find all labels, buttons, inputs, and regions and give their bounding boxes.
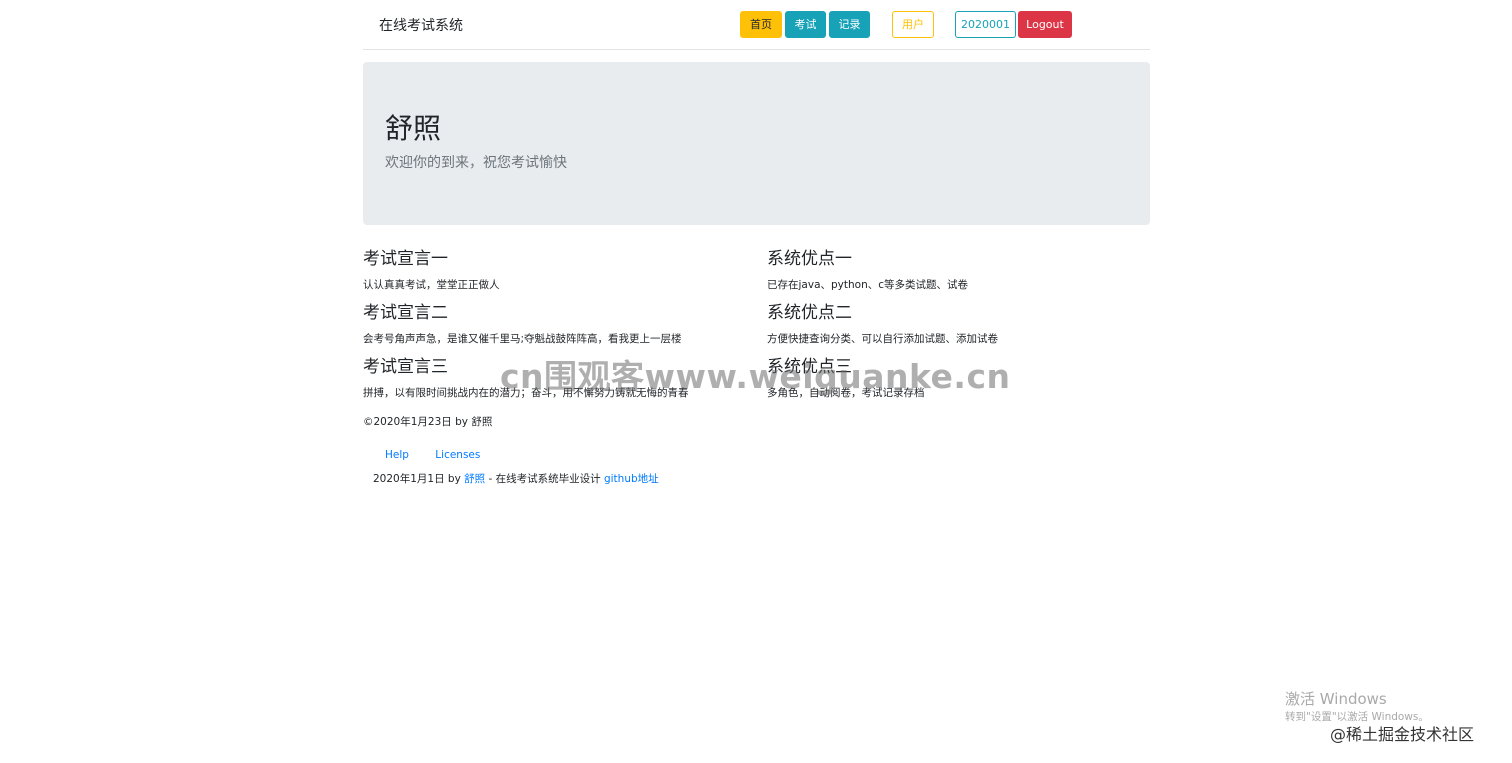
welcome-jumbotron: 舒照 欢迎你的到来，祝您考试愉快: [363, 62, 1150, 225]
juejin-watermark: @稀土掘金技术社区: [1330, 725, 1475, 744]
advantage-title: 系统优点一: [767, 249, 852, 269]
help-link[interactable]: Help: [385, 449, 409, 461]
licenses-link[interactable]: Licenses: [435, 449, 480, 461]
jumbotron-title: 舒照: [385, 112, 442, 145]
declaration-title: 考试宣言一: [363, 249, 448, 269]
advantage-item: 系统优点一 已存在java、python、c等多类试题、试卷: [767, 248, 1147, 302]
github-link[interactable]: github地址: [604, 473, 659, 485]
site-watermark: cn围观客www.weiguanke.cn: [500, 357, 1011, 396]
jumbotron-subtitle: 欢迎你的到来，祝您考试愉快: [385, 155, 567, 171]
home-button[interactable]: 首页: [740, 11, 782, 38]
advantage-text: 已存在java、python、c等多类试题、试卷: [767, 279, 969, 291]
user-id-button[interactable]: 2020001: [955, 11, 1016, 38]
exam-button[interactable]: 考试: [785, 11, 826, 38]
footer-links: Help Licenses: [385, 449, 503, 461]
advantage-title: 系统优点二: [767, 303, 852, 323]
user-button[interactable]: 用户: [892, 11, 934, 38]
copyright-text: ©2020年1月23日 by 舒照: [363, 416, 493, 428]
navbar: 在线考试系统 首页 考试 记录 用户 2020001 Logout: [363, 0, 1150, 50]
advantage-item: 系统优点二 方便快捷查询分类、可以自行添加试题、添加试卷: [767, 302, 1147, 356]
logout-button[interactable]: Logout: [1018, 11, 1072, 38]
advantage-text: 方便快捷查询分类、可以自行添加试题、添加试卷: [767, 333, 998, 345]
declaration-text: 认认真真考试，堂堂正正做人: [363, 279, 500, 291]
footer-date: 2020年1月1日 by: [373, 473, 461, 485]
declaration-title: 考试宣言二: [363, 303, 448, 323]
footer-credits: 2020年1月1日 by 舒照 - 在线考试系统毕业设计 github地址: [373, 471, 659, 486]
record-button[interactable]: 记录: [829, 11, 870, 38]
navbar-brand[interactable]: 在线考试系统: [379, 15, 463, 35]
declaration-item: 考试宣言二 会考号角声声急，是谁又催千里马;夺魁战鼓阵阵高，看我更上一层楼: [363, 302, 743, 356]
windows-activation-title: 激活 Windows: [1285, 690, 1387, 708]
declaration-text: 会考号角声声急，是谁又催千里马;夺魁战鼓阵阵高，看我更上一层楼: [363, 333, 682, 345]
footer-description: - 在线考试系统毕业设计: [485, 473, 601, 485]
author-link[interactable]: 舒照: [464, 473, 485, 485]
declaration-item: 考试宣言一 认认真真考试，堂堂正正做人: [363, 248, 743, 302]
